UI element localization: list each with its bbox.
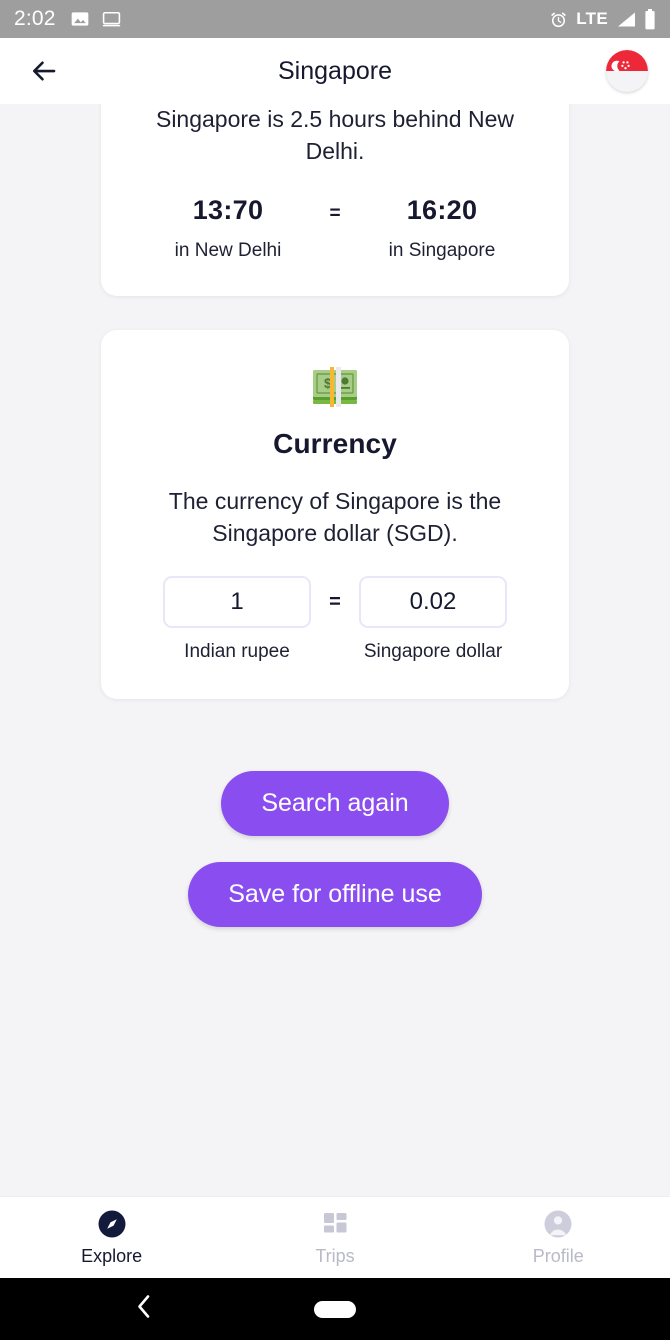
status-bar: 2:02 LTE (0, 0, 670, 38)
app-bar: Singapore (0, 38, 670, 104)
time-card-description: Singapore is 2.5 hours behind New Delhi. (155, 106, 514, 164)
grid-icon (323, 1212, 347, 1232)
time-difference-card: Singapore is 2.5 hours behind New Delhi.… (101, 104, 569, 297)
time-to-label: in Singapore (388, 240, 496, 262)
banknote-emoji-icon: $ (313, 367, 357, 408)
currency-to-label: Singapore dollar (363, 640, 503, 662)
nav-label-explore: Explore (81, 1245, 143, 1266)
status-clock: 2:02 (14, 7, 56, 30)
signal-icon (618, 12, 635, 26)
currency-equals-sign: = (329, 590, 341, 613)
currency-to-column: 0.02 Singapore dollar (359, 575, 507, 663)
network-type-label: LTE (576, 9, 608, 28)
system-navigation-bar (0, 1278, 670, 1340)
time-from-label: in New Delhi (174, 240, 282, 262)
nav-label-trips: Trips (315, 1245, 355, 1266)
status-system-icons: LTE (549, 8, 656, 30)
scroll-content[interactable]: Singapore is 2.5 hours behind New Delhi.… (0, 104, 670, 1196)
chevron-left-icon (138, 1295, 150, 1318)
status-notification-icons (70, 9, 122, 29)
page-title: Singapore (278, 56, 392, 85)
currency-from-label: Indian rupee (184, 640, 290, 662)
bottom-navigation: Explore Trips Profile (0, 1196, 670, 1278)
action-buttons: Search again Save for offline use (0, 770, 670, 927)
currency-from-input[interactable]: 1 (163, 575, 311, 628)
person-icon (544, 1210, 572, 1237)
currency-conversion-row: 1 Indian rupee = 0.02 Singapore dollar (119, 575, 551, 663)
battery-icon (645, 8, 655, 29)
time-to-value: 16:20 (406, 195, 478, 226)
currency-card-description: The currency of Singapore is the Singapo… (168, 488, 502, 547)
nav-item-trips[interactable]: Trips (223, 1209, 446, 1267)
image-icon (71, 12, 89, 26)
save-for-offline-button[interactable]: Save for offline use (188, 861, 482, 927)
singapore-flag-svg (606, 50, 648, 92)
currency-card-heading: Currency (273, 428, 397, 460)
singapore-flag-icon[interactable] (606, 50, 648, 92)
time-from-column: 13:70 in New Delhi (148, 195, 308, 262)
time-conversion-row: 13:70 in New Delhi = 16:20 in Singapore (119, 195, 551, 262)
arrow-left-icon (32, 61, 56, 81)
compass-icon (98, 1210, 126, 1237)
alarm-icon (551, 11, 566, 27)
currency-card: $ Currency The currency of Singapore is … (101, 330, 569, 699)
time-from-value: 13:70 (192, 195, 264, 226)
currency-from-column: 1 Indian rupee (163, 575, 311, 663)
nav-item-explore[interactable]: Explore (0, 1209, 223, 1267)
system-home-button[interactable] (314, 1300, 356, 1318)
search-again-button[interactable]: Search again (221, 770, 449, 836)
nav-item-profile[interactable]: Profile (447, 1209, 670, 1267)
back-button[interactable] (22, 49, 66, 93)
currency-to-input[interactable]: 0.02 (359, 575, 507, 628)
nav-label-profile: Profile (532, 1245, 584, 1266)
time-equals-sign: = (329, 203, 341, 225)
system-back-button[interactable] (134, 1294, 154, 1325)
time-to-column: 16:20 in Singapore (362, 195, 522, 262)
phone-screen: 2:02 LTE Singapore Singapore is 2.5 hour… (0, 0, 670, 1340)
cast-screen-icon (102, 11, 120, 27)
